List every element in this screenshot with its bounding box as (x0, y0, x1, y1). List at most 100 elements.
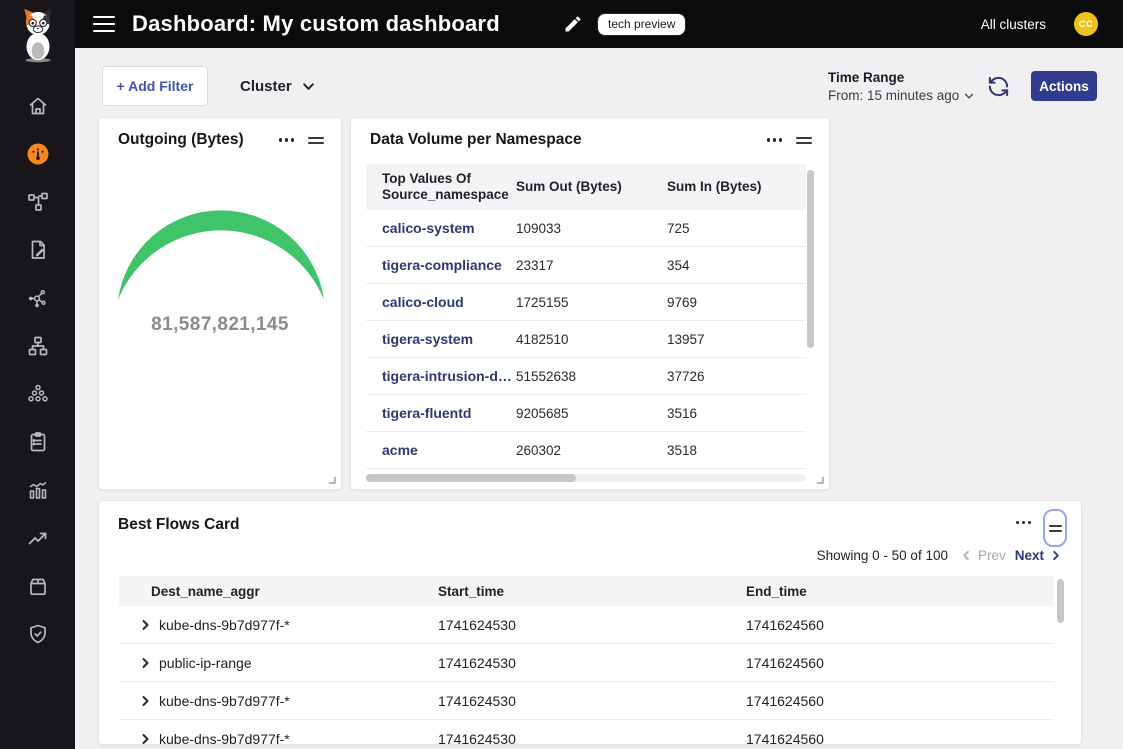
avatar[interactable]: CC (1074, 12, 1098, 36)
sum-in-cell: 354 (667, 258, 806, 273)
horizontal-scrollbar-thumb[interactable] (366, 474, 576, 482)
namespace-link[interactable]: acme (382, 442, 516, 458)
sidebar-item-security[interactable] (26, 622, 50, 646)
service-graph-icon (26, 190, 50, 214)
time-range-value[interactable]: From: 15 minutes ago (828, 88, 974, 103)
best-flows-card: Best Flows Card Showing 0 - 50 of 100 Pr… (98, 500, 1082, 745)
edit-pencil-icon[interactable] (563, 14, 583, 34)
sum-in-cell: 3518 (667, 443, 806, 458)
report-edit-icon (26, 238, 50, 262)
sum-in-cell: 3516 (667, 406, 806, 421)
topbar-right: All clusters CC (981, 12, 1123, 36)
start-cell: 1741624530 (438, 655, 746, 671)
sidebar-item-compliance[interactable] (26, 430, 50, 454)
add-filter-button[interactable]: + Add Filter (102, 66, 208, 106)
sidebar-item-network-flows[interactable] (26, 286, 50, 310)
sidebar-item-clusters[interactable] (26, 382, 50, 406)
dest-cell: kube-dns-9b7d977f-* (159, 617, 438, 633)
table-row-expandable[interactable]: kube-dns-9b7d977f-* 1741624530 174162456… (119, 606, 1054, 644)
chevron-down-icon (302, 80, 315, 93)
drag-handle-icon (1049, 525, 1062, 532)
col-header-sum-in: Sum In (Bytes) (667, 179, 806, 195)
clipboard-icon (26, 430, 50, 454)
network-flows-icon (26, 286, 50, 310)
card-header: Outgoing (Bytes) (99, 118, 341, 162)
table-row: calico-cloud 1725155 9769 (366, 284, 806, 321)
sidebar-item-service-graph[interactable] (26, 190, 50, 214)
cluster-dropdown[interactable]: Cluster (240, 66, 315, 106)
calico-cat-logo[interactable] (17, 7, 59, 65)
sum-out-cell: 1725155 (516, 295, 667, 310)
expand-chevron-icon (139, 657, 151, 669)
storage-box-icon (26, 574, 50, 598)
expand-chevron-icon (139, 695, 151, 707)
sidebar-item-home[interactable] (26, 94, 50, 118)
namespace-link[interactable]: calico-system (382, 220, 516, 236)
col-header-end: End_time (746, 584, 1054, 599)
page-title: Dashboard: My custom dashboard (132, 11, 559, 37)
table-row-expandable[interactable]: kube-dns-9b7d977f-* 1741624530 174162456… (119, 682, 1054, 720)
table-row: tigera-fluentd 9205685 3516 (366, 395, 806, 432)
resize-handle[interactable] (329, 477, 336, 484)
drag-handle-icon[interactable] (796, 137, 812, 144)
namespace-link[interactable]: tigera-fluentd (382, 405, 516, 421)
namespace-link[interactable]: calico-cloud (382, 294, 516, 310)
table-row-expandable[interactable]: kube-dns-9b7d977f-* 1741624530 174162456… (119, 720, 1054, 745)
sum-in-cell: 9769 (667, 295, 806, 310)
namespace-link[interactable]: tigera-intrusion-d… (382, 368, 516, 384)
data-volume-card: Data Volume per Namespace Top Values Of … (350, 117, 830, 490)
actions-button[interactable]: Actions (1031, 71, 1097, 101)
sidebar-item-topology[interactable] (26, 334, 50, 358)
refresh-button[interactable] (987, 75, 1010, 98)
prev-label: Prev (978, 548, 1006, 563)
all-clusters-selector[interactable]: All clusters (981, 17, 1046, 32)
sum-out-cell: 51552638 (516, 369, 667, 384)
next-button[interactable]: Next (1015, 548, 1061, 563)
pagination: Showing 0 - 50 of 100 Prev Next (817, 548, 1061, 563)
card-menu-ellipsis-icon[interactable] (1016, 509, 1031, 524)
chevron-right-icon (1050, 550, 1061, 561)
sum-in-cell: 725 (667, 221, 806, 236)
col-header-sum-out: Sum Out (Bytes) (516, 179, 667, 195)
card-title: Best Flows Card (118, 509, 1016, 534)
time-range-from: From: 15 minutes ago (828, 88, 959, 103)
time-range: Time Range From: 15 minutes ago (828, 70, 974, 103)
table-row-expandable[interactable]: public-ip-range 1741624530 1741624560 (119, 644, 1054, 682)
chevron-left-icon (961, 550, 972, 561)
gauge-value: 81,587,821,145 (99, 314, 341, 336)
card-header: Best Flows Card (118, 509, 1067, 547)
drag-handle-icon[interactable] (308, 137, 324, 144)
sum-out-cell: 9205685 (516, 406, 667, 421)
table-row: tigera-intrusion-d… 51552638 37726 (366, 358, 806, 395)
gauge-arc (111, 190, 331, 305)
sidebar-item-storage[interactable] (26, 574, 50, 598)
top-bar: Dashboard: My custom dashboard tech prev… (75, 0, 1123, 48)
app-root: Dashboard: My custom dashboard tech prev… (0, 0, 1123, 749)
card-menu-ellipsis-icon[interactable] (279, 138, 294, 141)
vertical-scrollbar-thumb[interactable] (1057, 579, 1064, 623)
refresh-icon (987, 75, 1010, 98)
resize-handle[interactable] (817, 477, 824, 484)
namespace-link[interactable]: tigera-compliance (382, 257, 516, 273)
prev-button[interactable]: Prev (961, 548, 1006, 563)
clusters-icon (26, 382, 50, 406)
vertical-scrollbar-thumb[interactable] (807, 170, 814, 348)
horizontal-scrollbar[interactable] (366, 474, 806, 482)
sidebar-item-trends[interactable] (26, 526, 50, 550)
end-cell: 1741624560 (746, 655, 1054, 671)
namespace-link[interactable]: tigera-system (382, 331, 516, 347)
table-row: tigera-system 4182510 13957 (366, 321, 806, 358)
sidebar-item-statistics[interactable] (26, 478, 50, 502)
trending-up-icon (26, 526, 50, 550)
hamburger-menu-icon[interactable] (93, 16, 115, 32)
drag-handle-selected[interactable] (1043, 509, 1067, 547)
card-menu-ellipsis-icon[interactable] (767, 138, 782, 141)
topology-tree-icon (26, 334, 50, 358)
end-cell: 1741624560 (746, 693, 1054, 709)
sidebar-item-dashboard-active[interactable] (26, 142, 50, 166)
sidebar-item-reports[interactable] (26, 238, 50, 262)
table-row: acme 260302 3518 (366, 432, 806, 469)
table-row: calico-system 109033 725 (366, 210, 806, 247)
home-icon (26, 94, 50, 118)
col-header-namespace: Top Values Of Source_namespace (382, 171, 516, 203)
